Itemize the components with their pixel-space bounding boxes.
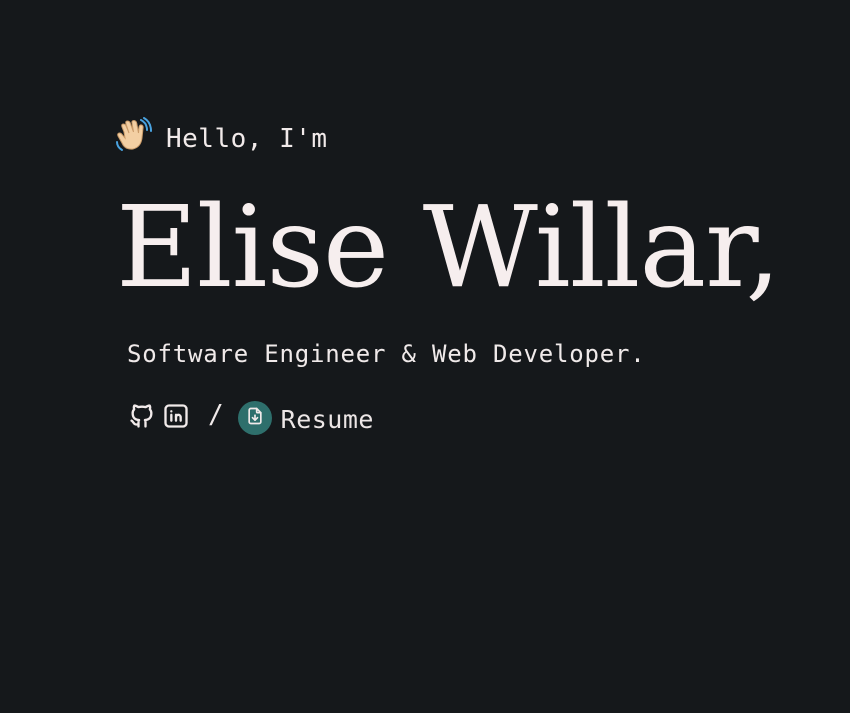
greeting-text: Hello, I'm [166, 124, 328, 154]
portfolio-hero: Hello, I'm Elise Willar, Software Engine… [0, 0, 850, 713]
resume-link[interactable]: Resume [237, 401, 374, 435]
file-download-icon [245, 406, 265, 431]
hero-name: Elise Willar, [116, 183, 781, 313]
waving-hand-icon [114, 116, 152, 154]
resume-label: Resume [280, 404, 374, 434]
link-separator: / [208, 400, 224, 430]
greeting-row: Hello, I'm [114, 115, 328, 155]
github-icon [128, 402, 156, 435]
social-links: / Resume [128, 399, 374, 437]
github-link[interactable] [128, 402, 156, 435]
hero-role: Software Engineer & Web Developer. [127, 340, 646, 368]
resume-badge [237, 401, 272, 435]
linkedin-link[interactable] [162, 402, 190, 435]
linkedin-icon [162, 402, 190, 435]
